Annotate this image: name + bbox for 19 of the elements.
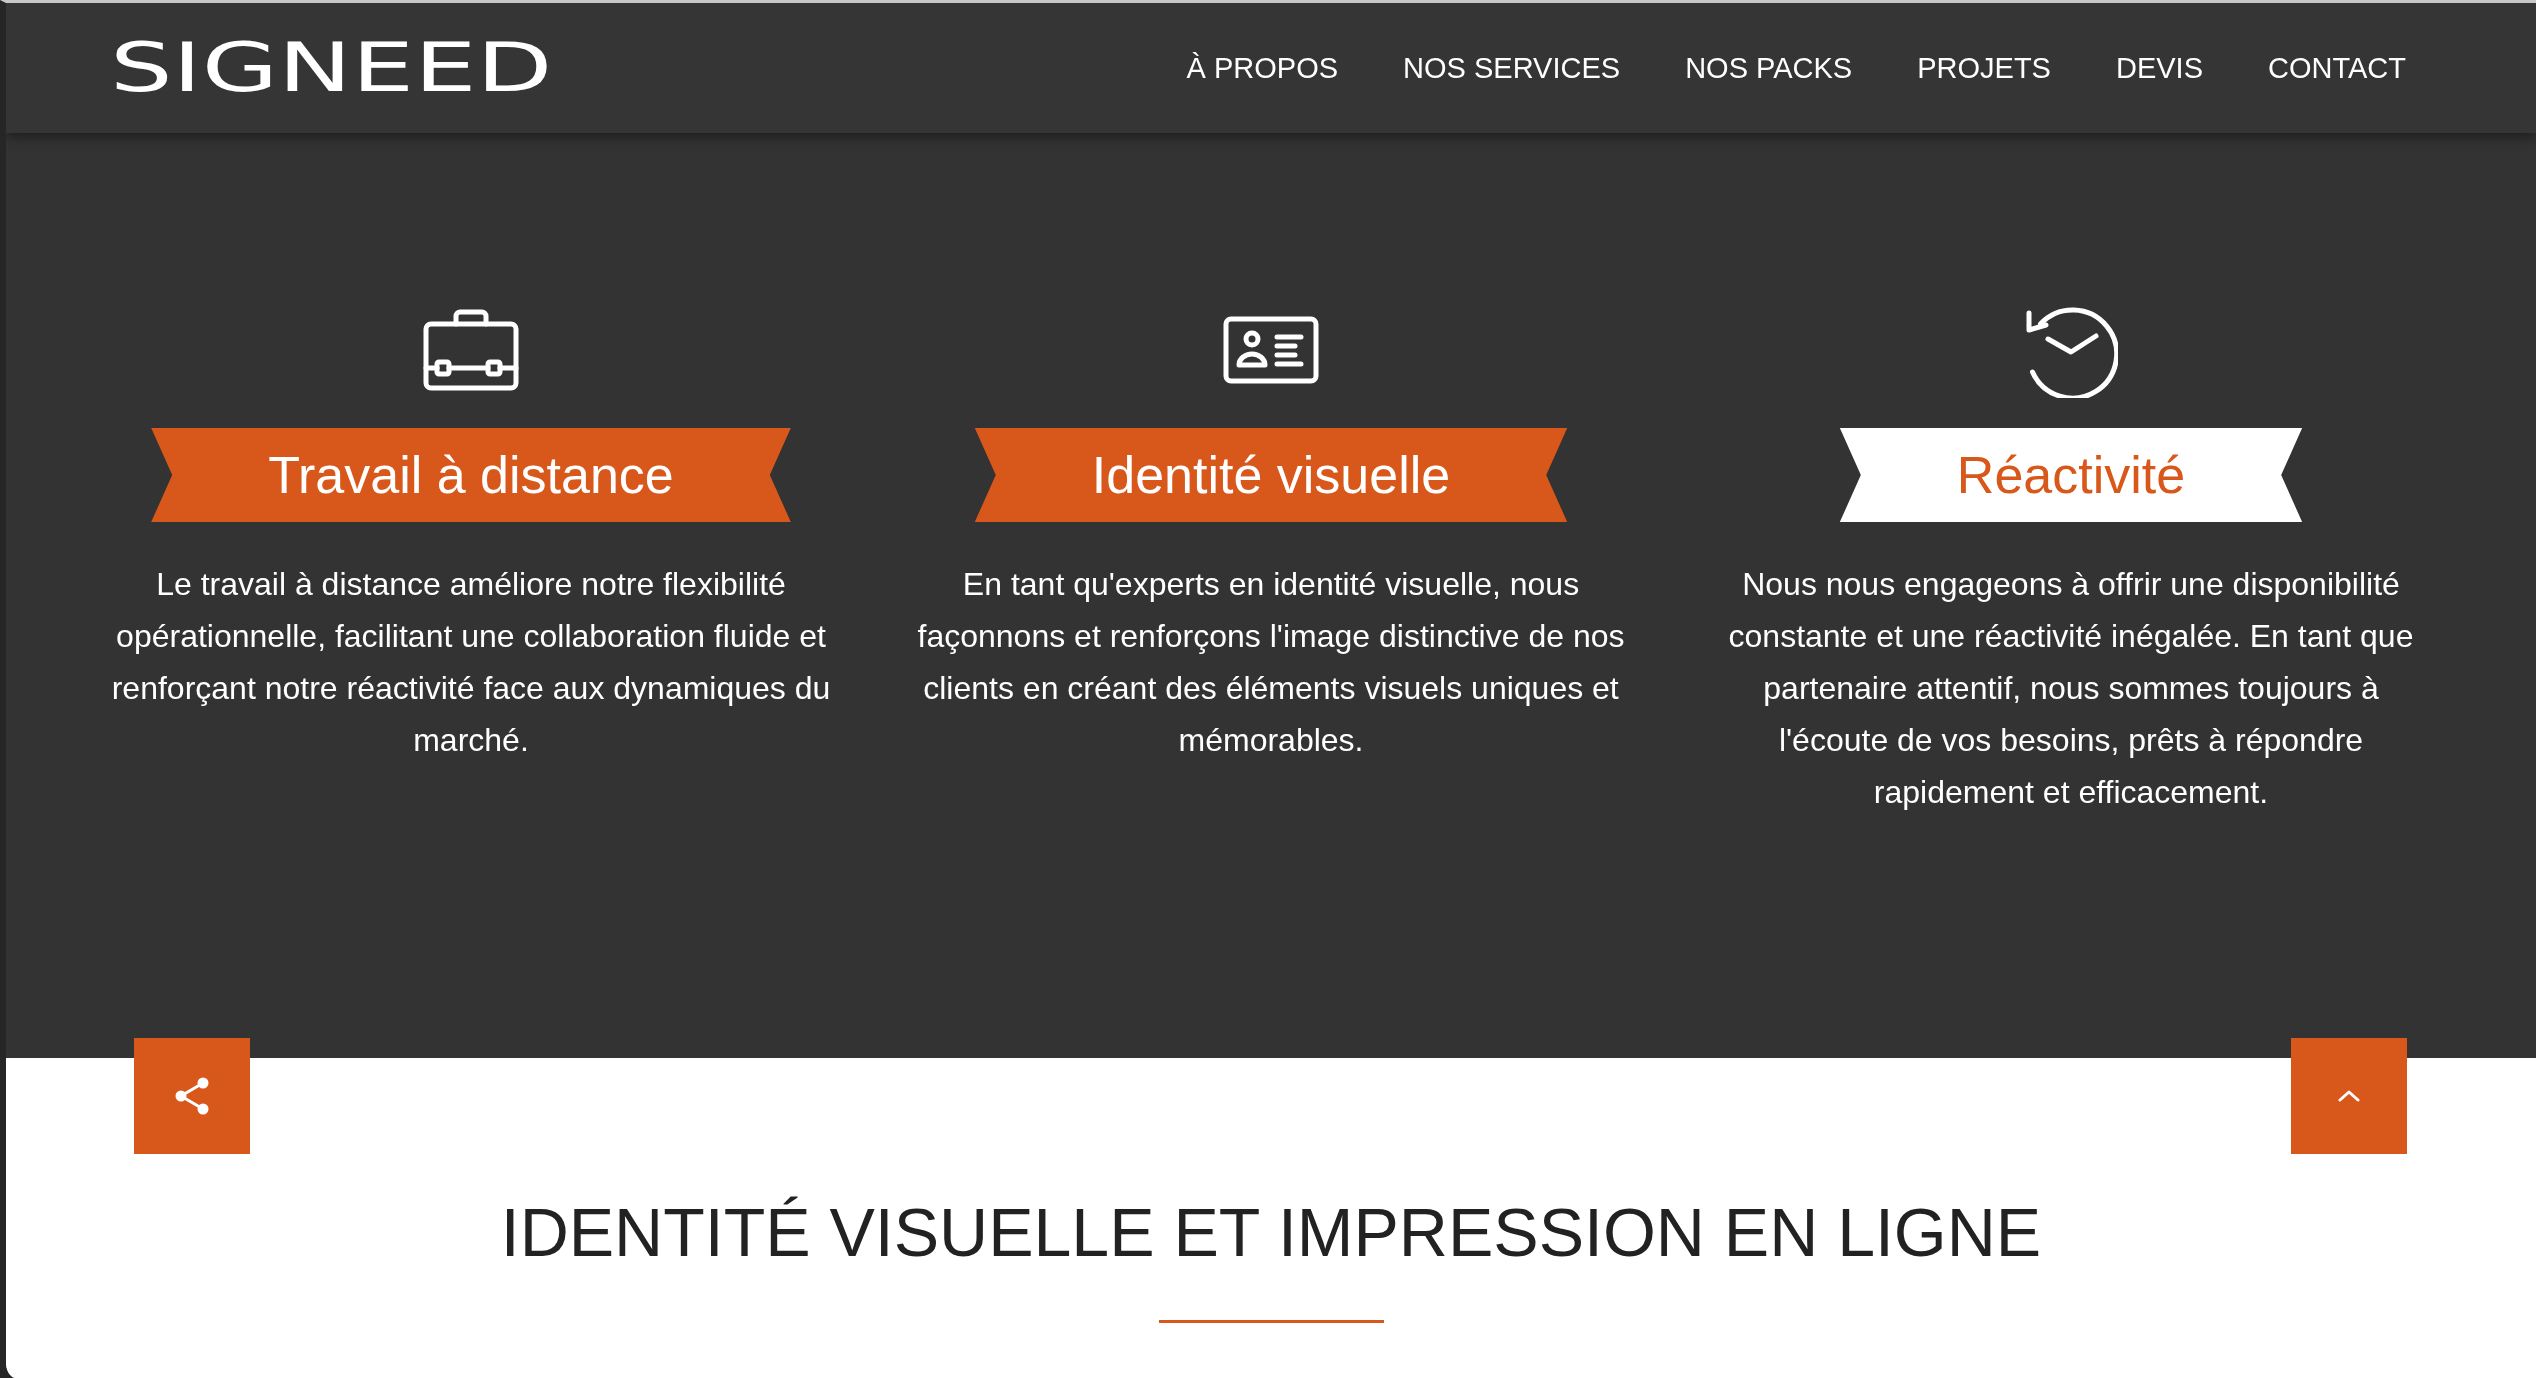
feature-title-banner: Travail à distance [151,428,791,522]
logo[interactable]: SIGNEED [110,34,553,102]
nav-link[interactable]: À PROPOS [1186,51,1339,85]
nav-link[interactable]: PROJETS [1917,51,2051,85]
chevron-up-icon [2338,1090,2360,1102]
briefcase-icon [423,308,519,391]
nav-link[interactable]: DEVIS [2115,51,2203,85]
feature-description: Nous nous engageons à offrir une disponibilité constante et une réactivité inégalée. En tant que partenaire attentif, nous sommes toujours à l'écoute de vos besoins, prêts à répondre rapidement et efficacement. [1727,565,2415,812]
id-card-icon [1223,315,1319,384]
nav-link[interactable]: NOS SERVICES [1403,51,1621,85]
nav-link[interactable]: CONTACT [2268,51,2406,85]
feature-description: En tant qu'experts en identité visuelle, nous façonnons et renforçons l'image distinctive de nos clients en créant des éléments visuels uniques et mémorables. [916,565,1626,760]
feature-title-banner: Réactivité [1839,428,2303,522]
nav-link[interactable]: NOS PACKS [1685,51,1853,85]
feature-title-banner: Identité visuelle [974,428,1568,522]
feature-description: Le travail à distance améliore notre flexibilité opérationnelle, facilitant une collaboration fluide et renforçant notre réactivité face aux dynamiques du marché. [110,565,832,760]
share-icon [174,1077,210,1115]
section-heading: IDENTITÉ VISUELLE ET IMPRESSION EN LIGNE [500,1193,2042,1272]
share-button[interactable] [134,1038,250,1154]
